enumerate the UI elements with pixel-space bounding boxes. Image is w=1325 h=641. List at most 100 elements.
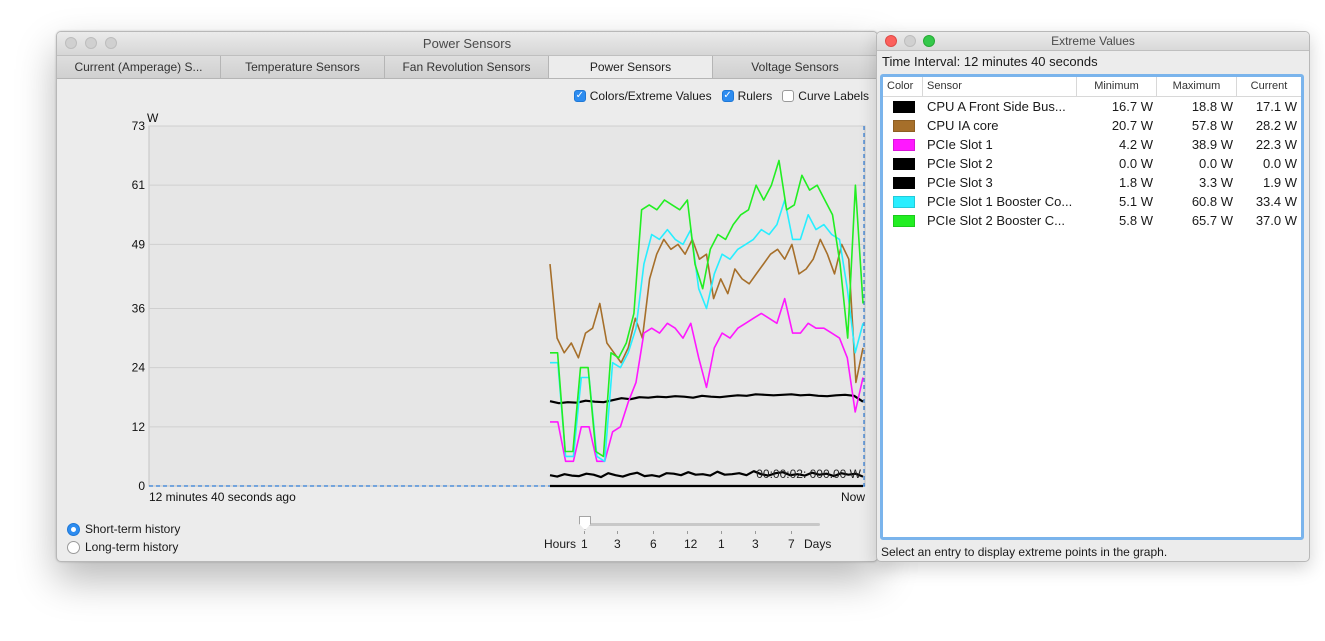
y-tick-label: 12 <box>132 420 146 434</box>
table-row[interactable]: CPU A Front Side Bus... 16.7 W 18.8 W 17.1 … <box>883 97 1301 116</box>
sensor-cell: PCIe Slot 2 <box>927 156 993 171</box>
y-tick-label: 73 <box>132 119 146 133</box>
y-tick-label: 61 <box>132 178 146 192</box>
column-header-minimum[interactable]: Minimum <box>1077 77 1157 96</box>
time-interval-text: Time Interval: 12 minutes 40 seconds <box>882 54 1098 69</box>
ev-close-button[interactable] <box>885 35 897 47</box>
minimum-cell: 1.8 W <box>1119 175 1153 190</box>
current-cell: 33.4 W <box>1255 194 1297 209</box>
history-scale-track[interactable] <box>584 523 820 526</box>
x-start-label: 12 minutes 40 seconds ago <box>149 490 296 504</box>
color-swatch <box>893 157 915 170</box>
day-tick-label: 7 <box>788 537 795 551</box>
color-cell <box>883 157 923 170</box>
ev-window-controls <box>885 35 935 47</box>
table-row[interactable]: PCIe Slot 3 1.8 W 3.3 W 1.9 W <box>883 173 1301 192</box>
extreme-values-window: Extreme Values Time Interval: 12 minutes… <box>876 31 1310 562</box>
y-tick-label: 36 <box>132 301 146 315</box>
maximum-cell: 57.8 W <box>1191 118 1233 133</box>
table-row[interactable]: PCIe Slot 1 Booster Co... 5.1 W 60.8 W 33.4… <box>883 192 1301 211</box>
color-cell <box>883 100 923 113</box>
color-cell <box>883 195 923 208</box>
table-row[interactable]: PCIe Slot 2 Booster C... 5.8 W 65.7 W 37.0 … <box>883 211 1301 230</box>
hour-tick-label: 6 <box>650 537 657 551</box>
scale-tick-mark <box>584 531 585 534</box>
table-row[interactable]: PCIe Slot 2 0.0 W 0.0 W 0.0 W <box>883 154 1301 173</box>
hour-tick-label: 1 <box>581 537 588 551</box>
maximum-cell: 18.8 W <box>1191 99 1233 114</box>
ev-title: Extreme Values <box>1051 34 1135 48</box>
y-tick-label: 24 <box>132 361 146 375</box>
table-body: CPU A Front Side Bus... 16.7 W 18.8 W 17.1 … <box>883 97 1301 230</box>
table-row[interactable]: CPU IA core 20.7 W 57.8 W 28.2 W <box>883 116 1301 135</box>
y-tick-label: 0 <box>138 479 145 493</box>
power-sensors-window: Power Sensors Current (Amperage) S... Tem… <box>56 31 878 562</box>
y-tick-label: 49 <box>132 237 146 251</box>
extreme-values-table[interactable]: Color Sensor Minimum Maximum Current CPU A F… <box>880 74 1304 540</box>
column-header-current[interactable]: Current <box>1237 77 1301 96</box>
color-swatch <box>893 195 915 208</box>
day-tick-label: 3 <box>752 537 759 551</box>
color-swatch <box>893 100 915 113</box>
color-swatch <box>893 176 915 189</box>
minimum-cell: 16.7 W <box>1111 99 1153 114</box>
long-term-radio[interactable] <box>67 540 80 554</box>
day-tick-label: 1 <box>718 537 725 551</box>
current-cell: 28.2 W <box>1255 118 1297 133</box>
minimum-cell: 5.8 W <box>1119 213 1153 228</box>
color-cell <box>883 119 923 132</box>
current-cell: 22.3 W <box>1255 137 1297 152</box>
sensor-cell: PCIe Slot 3 <box>927 175 993 190</box>
maximum-cell: 38.9 W <box>1191 137 1233 152</box>
column-header-sensor[interactable]: Sensor <box>923 77 1077 96</box>
maximum-cell: 65.7 W <box>1191 213 1233 228</box>
short-term-label: Short-term history <box>85 522 181 536</box>
long-term-label: Long-term history <box>85 540 179 554</box>
ev-titlebar[interactable]: Extreme Values <box>877 32 1309 51</box>
current-cell: 37.0 W <box>1255 213 1297 228</box>
hour-tick-label: 12 <box>684 537 698 551</box>
y-unit-label: W <box>147 111 159 125</box>
minimum-cell: 5.1 W <box>1119 194 1153 209</box>
x-end-label: Now <box>841 490 865 504</box>
color-swatch <box>893 138 915 151</box>
short-term-radio-row[interactable]: Short-term history <box>67 520 180 538</box>
sensor-cell: CPU A Front Side Bus... <box>927 99 1066 114</box>
color-swatch <box>893 214 915 227</box>
sensor-cell: PCIe Slot 1 Booster Co... <box>927 194 1073 209</box>
scale-tick-mark <box>653 531 654 534</box>
minimum-cell: 0.0 W <box>1119 156 1153 171</box>
minimum-cell: 4.2 W <box>1119 137 1153 152</box>
days-label: Days <box>804 537 832 551</box>
color-cell <box>883 214 923 227</box>
table-header: Color Sensor Minimum Maximum Current <box>883 77 1301 97</box>
cursor-readout: 00:00:02: 000.00 W <box>756 467 861 481</box>
sensor-cell: CPU IA core <box>927 118 999 133</box>
color-swatch <box>893 119 915 132</box>
color-cell <box>883 176 923 189</box>
minimum-cell: 20.7 W <box>1111 118 1153 133</box>
ev-minimize-button[interactable] <box>904 35 916 47</box>
column-header-color[interactable]: Color <box>883 77 923 96</box>
current-cell: 17.1 W <box>1255 99 1297 114</box>
power-graph[interactable]: 7361493624120W00:00:02: 000.00 W12 minut… <box>57 32 877 561</box>
scale-tick-mark <box>687 531 688 534</box>
color-cell <box>883 138 923 151</box>
column-header-maximum[interactable]: Maximum <box>1157 77 1237 96</box>
ev-footer-hint: Select an entry to display extreme point… <box>881 545 1168 559</box>
scale-tick-mark <box>755 531 756 534</box>
table-row[interactable]: PCIe Slot 1 4.2 W 38.9 W 22.3 W <box>883 135 1301 154</box>
plot-area <box>148 125 866 487</box>
scale-tick-mark <box>721 531 722 534</box>
scale-tick-mark <box>617 531 618 534</box>
maximum-cell: 0.0 W <box>1199 156 1233 171</box>
maximum-cell: 60.8 W <box>1191 194 1233 209</box>
ev-zoom-button[interactable] <box>923 35 935 47</box>
history-mode: Short-term history Long-term history <box>67 520 180 556</box>
hour-tick-label: 3 <box>614 537 621 551</box>
long-term-radio-row[interactable]: Long-term history <box>67 538 180 556</box>
scale-tick-mark <box>791 531 792 534</box>
short-term-radio[interactable] <box>67 522 80 536</box>
current-cell: 1.9 W <box>1263 175 1297 190</box>
sensor-cell: PCIe Slot 2 Booster C... <box>927 213 1066 228</box>
